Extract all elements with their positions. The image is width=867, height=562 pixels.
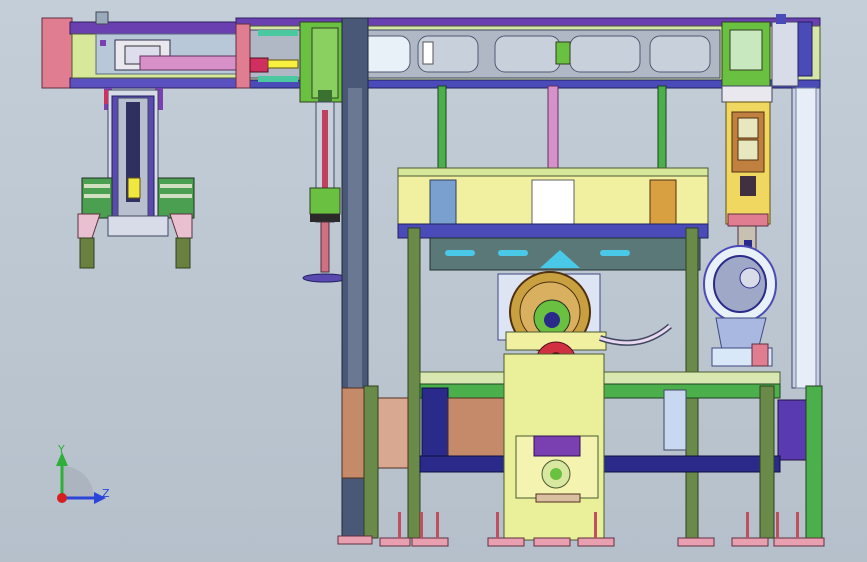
center-pedestal [503,353,605,541]
axes-triad: Y Z [56,443,110,504]
z-axis-label: Z [102,487,110,500]
top-gantry-rail [41,11,251,89]
left-gripper-assembly [77,88,195,269]
cad-assembly-view: Y Z [41,11,825,547]
y-axis-label: Y [57,443,65,456]
